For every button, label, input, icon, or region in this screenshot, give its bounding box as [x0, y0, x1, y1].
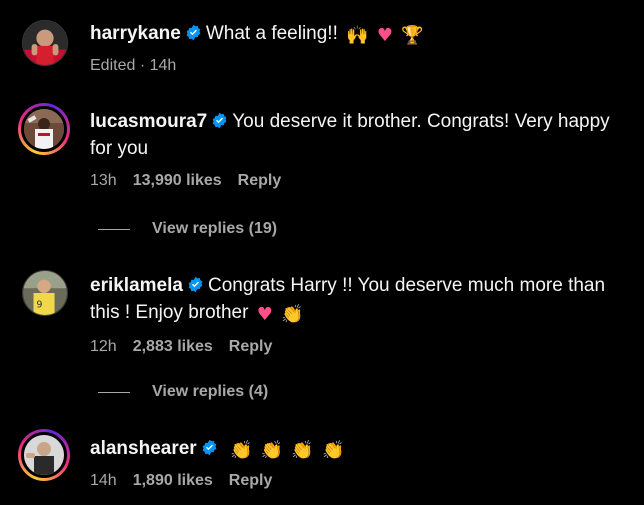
view-replies-label: View replies (19)	[152, 220, 278, 237]
svg-text:9: 9	[36, 299, 42, 310]
comment-meta: Edited · 14h	[90, 57, 624, 75]
avatar[interactable]: 9	[22, 270, 68, 316]
comment-text-line: lucasmoura7 You deserve it brother. Congr…	[90, 108, 624, 135]
verified-badge-icon	[186, 24, 201, 41]
clapping-hands-icon: 👏	[291, 440, 314, 461]
comment-text: Congrats Harry !! You deserve much more …	[207, 275, 606, 296]
comment-meta: 12h 2,883 likes Reply	[90, 338, 624, 356]
heart-icon: ♥	[376, 25, 393, 46]
comment-text-line: this ! Enjoy brother ♥ 👏	[90, 299, 624, 328]
username[interactable]: eriklamela	[90, 275, 183, 296]
clapping-hands-icon: 👏	[322, 440, 345, 461]
heart-icon: ♥	[256, 304, 273, 325]
likes-count[interactable]: 2,883 likes	[133, 338, 213, 356]
verified-badge-icon	[212, 112, 227, 129]
avatar-image	[21, 432, 67, 478]
view-replies-label: View replies (4)	[152, 383, 269, 400]
reply-button[interactable]: Reply	[229, 472, 273, 490]
comment-body: alanshearer 👏 👏 👏 👏 14h 1,890 likes Repl…	[90, 435, 624, 490]
divider	[98, 391, 130, 393]
comment-body: lucasmoura7 You deserve it brother. Congr…	[90, 108, 624, 190]
trophy-icon: 🏆	[401, 25, 424, 46]
comment-text-line: harrykane What a feeling!! 🙌 ♥ 🏆	[90, 20, 624, 49]
likes-count[interactable]: 1,890 likes	[133, 472, 213, 490]
timestamp: 12h	[90, 338, 117, 355]
avatar[interactable]	[22, 20, 68, 66]
avatar-image	[21, 106, 67, 152]
clapping-hands-icon: 👏	[260, 440, 284, 461]
comment-text-line: for you	[90, 138, 149, 159]
avatar[interactable]	[18, 429, 70, 481]
likes-count[interactable]: 13,990 likes	[133, 172, 222, 190]
avatar-image	[23, 21, 67, 65]
comment-meta: 13h 13,990 likes Reply	[90, 172, 624, 190]
comment-text-line: eriklamela Congrats Harry !! You deserve …	[90, 272, 624, 299]
view-replies-button[interactable]: View replies (4)	[98, 383, 268, 401]
clapping-hands-icon: 👏	[281, 304, 304, 325]
clapping-hands-icon: 👏	[229, 440, 253, 461]
avatar-image: 9	[23, 271, 67, 315]
comment-text-line: alanshearer 👏 👏 👏 👏	[90, 435, 624, 464]
comments-panel: harrykane What a feeling!! 🙌 ♥ 🏆 Edited ·…	[0, 0, 644, 505]
comment-text: What a feeling!!	[205, 23, 338, 44]
comment-body: harrykane What a feeling!! 🙌 ♥ 🏆 Edited ·…	[90, 20, 624, 75]
verified-badge-icon	[202, 439, 217, 456]
timestamp: 14h	[90, 472, 117, 489]
comment-text: You deserve it brother. Congrats! Very h…	[232, 111, 610, 132]
comment-body: eriklamela Congrats Harry !! You deserve …	[90, 272, 624, 356]
username[interactable]: lucasmoura7	[90, 111, 207, 132]
reply-button[interactable]: Reply	[229, 338, 273, 356]
raised-hands-icon: 🙌	[346, 25, 369, 46]
view-replies-button[interactable]: View replies (19)	[98, 220, 277, 238]
timestamp: 13h	[90, 172, 117, 189]
timestamp: Edited · 14h	[90, 57, 177, 74]
verified-badge-icon	[188, 276, 203, 293]
avatar[interactable]	[18, 103, 70, 155]
comment-text: this ! Enjoy brother	[90, 302, 249, 323]
reply-button[interactable]: Reply	[238, 172, 282, 190]
username[interactable]: alanshearer	[90, 438, 197, 459]
username[interactable]: harrykane	[90, 23, 181, 44]
comment-meta: 14h 1,890 likes Reply	[90, 472, 624, 490]
divider	[98, 228, 130, 230]
